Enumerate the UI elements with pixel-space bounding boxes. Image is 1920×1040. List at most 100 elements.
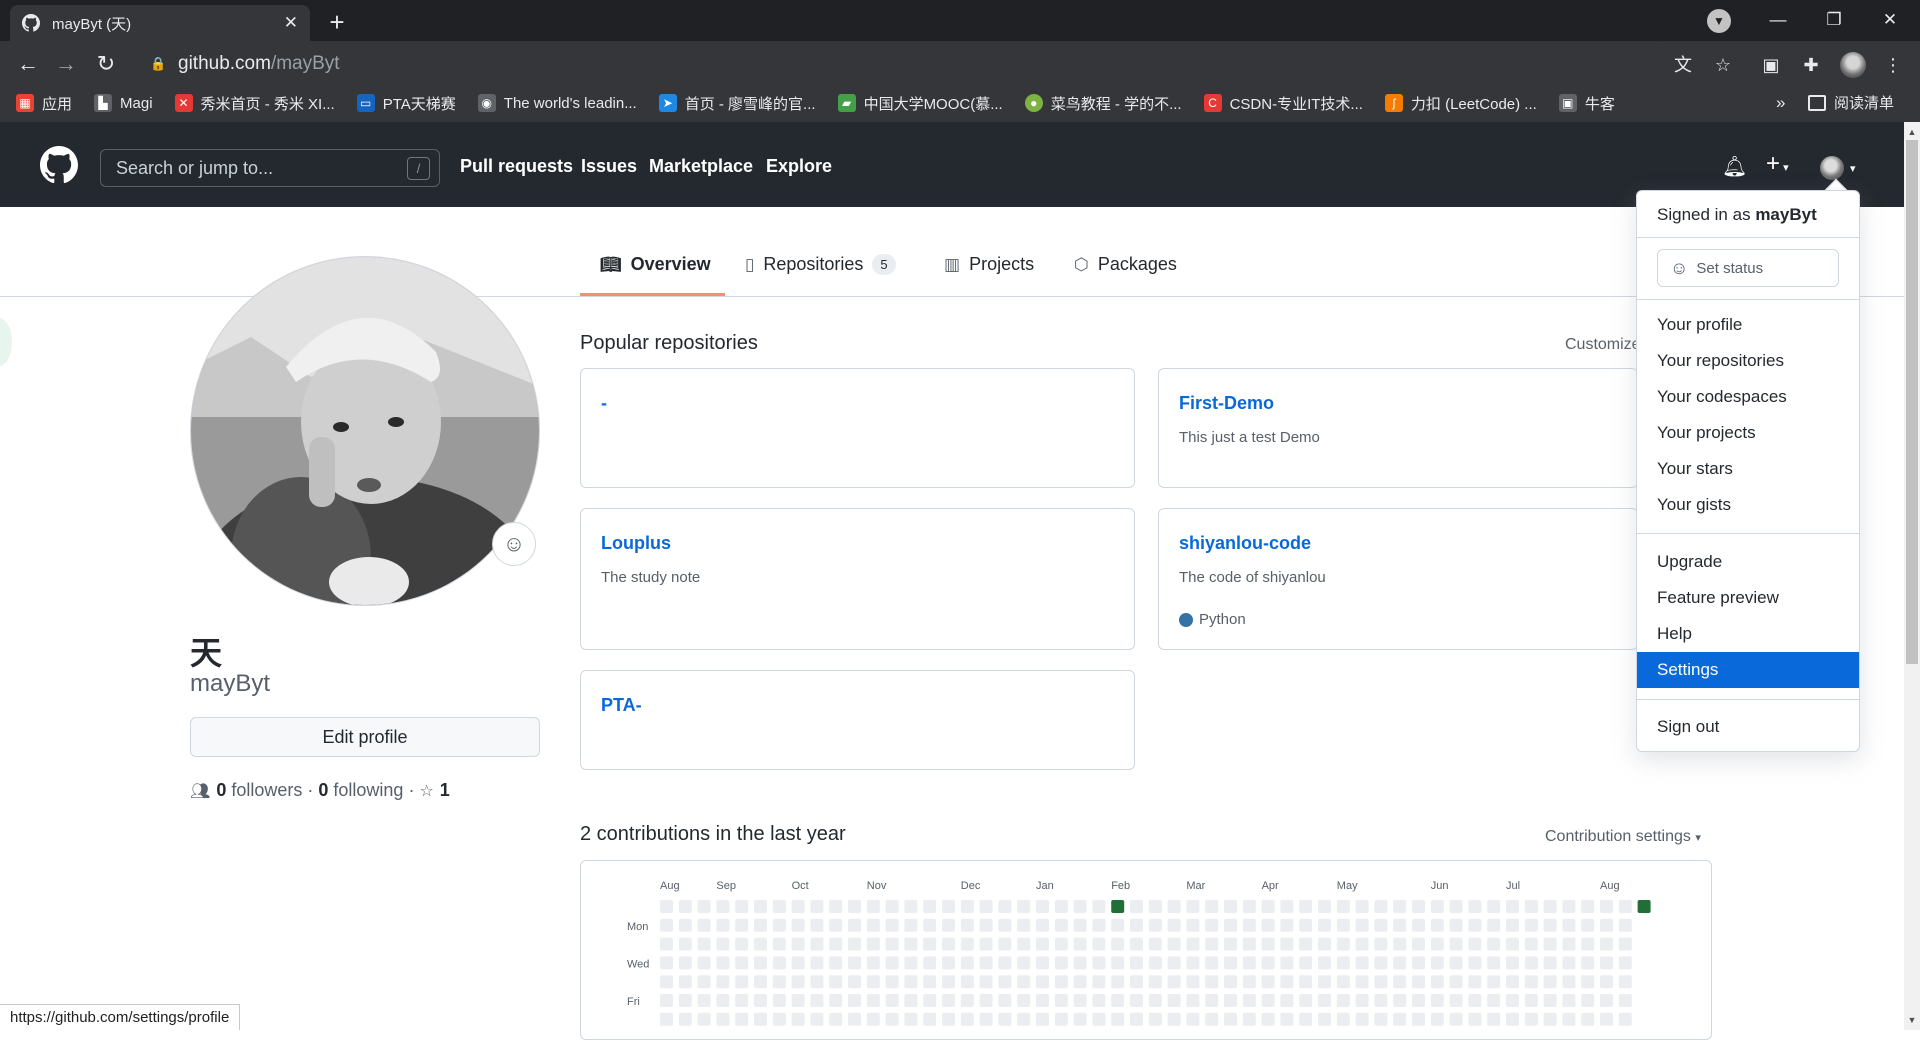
contribution-day[interactable] — [1130, 956, 1143, 970]
bookmark-item[interactable]: ʃ 力扣 (LeetCode) ... — [1384, 93, 1537, 114]
scroll-down-icon[interactable]: ▼ — [1904, 1012, 1920, 1028]
contribution-day[interactable] — [1167, 937, 1181, 951]
contribution-day[interactable] — [1186, 937, 1200, 951]
contribution-day[interactable] — [1318, 918, 1331, 932]
contribution-day[interactable] — [716, 918, 730, 932]
contribution-day[interactable] — [1524, 937, 1538, 951]
contribution-day[interactable] — [1205, 918, 1219, 932]
contribution-day[interactable] — [1562, 956, 1576, 970]
bookmark-item[interactable]: ▰ 中国大学MOOC(慕... — [837, 93, 1003, 114]
contribution-day[interactable] — [1600, 1012, 1613, 1026]
contribution-day[interactable] — [1355, 918, 1369, 932]
edit-profile-button[interactable]: Edit profile — [190, 717, 540, 757]
contribution-day[interactable] — [960, 994, 974, 1007]
contribution-day[interactable] — [697, 956, 711, 970]
contribution-day[interactable] — [678, 975, 692, 989]
contribution-day[interactable] — [1581, 900, 1595, 913]
contribution-day[interactable] — [1054, 1012, 1068, 1026]
contribution-day[interactable] — [1487, 975, 1501, 989]
contribution-day[interactable] — [1336, 937, 1350, 951]
contribution-day[interactable] — [1412, 975, 1425, 989]
contribution-day[interactable] — [772, 1012, 786, 1026]
set-status-smiley-icon[interactable]: ☺ — [492, 522, 536, 566]
contribution-day[interactable] — [829, 937, 843, 951]
tab-close-icon[interactable]: ✕ — [284, 13, 298, 33]
contribution-day[interactable] — [1524, 994, 1538, 1007]
contribution-day[interactable] — [866, 918, 880, 932]
contribution-day[interactable] — [1449, 1012, 1463, 1026]
bookmark-item[interactable]: ➤ 首页 - 廖雪峰的官... — [658, 93, 816, 114]
contribution-day[interactable] — [810, 937, 824, 951]
contribution-day[interactable] — [1054, 975, 1068, 989]
contribution-day[interactable] — [810, 975, 824, 989]
contribution-day[interactable] — [791, 900, 805, 913]
contribution-day[interactable] — [1506, 900, 1519, 913]
contribution-day[interactable] — [735, 918, 749, 932]
contribution-day[interactable] — [1205, 1012, 1219, 1026]
contribution-day[interactable] — [1205, 956, 1219, 970]
contribution-day[interactable] — [791, 937, 805, 951]
contribution-day[interactable] — [1017, 956, 1031, 970]
contribution-day[interactable] — [716, 937, 730, 951]
search-input[interactable]: Search or jump to... — [100, 149, 440, 187]
contribution-day[interactable] — [1299, 1012, 1313, 1026]
contribution-day[interactable] — [1186, 975, 1200, 989]
contribution-day[interactable] — [735, 994, 749, 1007]
contribution-day[interactable] — [960, 900, 974, 913]
contribution-day[interactable] — [1167, 900, 1181, 913]
bookmark-item[interactable]: ◉ The world's leadin... — [477, 94, 637, 112]
contribution-day[interactable] — [1562, 1012, 1576, 1026]
contribution-day[interactable] — [716, 1012, 730, 1026]
contribution-day[interactable] — [1487, 900, 1501, 913]
contribution-day[interactable] — [1355, 994, 1369, 1007]
contribution-day[interactable] — [1393, 994, 1407, 1007]
contribution-day[interactable] — [754, 937, 767, 951]
contribution-day[interactable] — [1543, 918, 1557, 932]
contribution-day[interactable] — [716, 975, 730, 989]
contribution-day[interactable] — [1336, 994, 1350, 1007]
contribution-day[interactable] — [904, 900, 918, 913]
user-avatar-menu[interactable] — [1820, 156, 1844, 180]
contribution-day[interactable] — [960, 975, 974, 989]
contribution-day[interactable] — [998, 1012, 1012, 1026]
contribution-day[interactable] — [1637, 900, 1651, 913]
contribution-day[interactable] — [772, 937, 786, 951]
contribution-day[interactable] — [1280, 975, 1294, 989]
contribution-day[interactable] — [1468, 937, 1482, 951]
contribution-day[interactable] — [1487, 1012, 1501, 1026]
contribution-day[interactable] — [866, 937, 880, 951]
contribution-day[interactable] — [998, 900, 1012, 913]
contribution-day[interactable] — [1261, 1012, 1275, 1026]
contribution-day[interactable] — [1036, 994, 1049, 1007]
contribution-day[interactable] — [1148, 994, 1162, 1007]
contribution-day[interactable] — [848, 975, 861, 989]
contribution-day[interactable] — [979, 900, 993, 913]
contribution-day[interactable] — [998, 937, 1012, 951]
contribution-day[interactable] — [1412, 937, 1425, 951]
contribution-day[interactable] — [1412, 900, 1425, 913]
nav-issues[interactable]: Issues — [581, 156, 637, 177]
contribution-day[interactable] — [998, 975, 1012, 989]
followers-label[interactable]: followers — [231, 780, 302, 801]
contribution-day[interactable] — [660, 975, 673, 989]
menu-feature-preview[interactable]: Feature preview — [1637, 580, 1859, 616]
contribution-day[interactable] — [1336, 975, 1350, 989]
contribution-day[interactable] — [1148, 900, 1162, 913]
contribution-day[interactable] — [1224, 918, 1237, 932]
scroll-up-icon[interactable]: ▲ — [1904, 124, 1920, 140]
contribution-day[interactable] — [1374, 1012, 1388, 1026]
contribution-day[interactable] — [960, 956, 974, 970]
contribution-day[interactable] — [1618, 994, 1632, 1007]
repo-name-link[interactable]: - — [601, 393, 607, 414]
contribution-day[interactable] — [1167, 956, 1181, 970]
contribution-day[interactable] — [1073, 956, 1087, 970]
menu-settings[interactable]: Settings — [1637, 652, 1859, 688]
close-window-icon[interactable]: ✕ — [1870, 6, 1910, 34]
more-bookmarks-button[interactable]: » — [1776, 93, 1785, 113]
contribution-day[interactable] — [923, 900, 937, 913]
contribution-day[interactable] — [904, 994, 918, 1007]
menu-your-stars[interactable]: Your stars — [1637, 451, 1859, 487]
contribution-day[interactable] — [1092, 937, 1106, 951]
contribution-day[interactable] — [1111, 1012, 1125, 1026]
contribution-day[interactable] — [1543, 975, 1557, 989]
